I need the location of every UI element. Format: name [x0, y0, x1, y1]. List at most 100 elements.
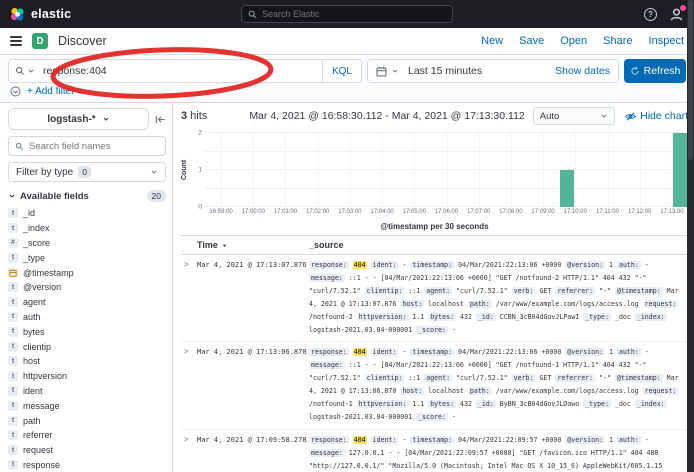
field-name: agent [23, 297, 46, 307]
save-button[interactable]: Save [519, 35, 544, 47]
sidebar-field-@timestamp[interactable]: @timestamp [8, 265, 166, 280]
refresh-button[interactable]: Refresh [624, 59, 686, 83]
global-search[interactable] [241, 5, 453, 23]
y-axis-ticks: 012 [191, 133, 205, 207]
sidebar-field-_type[interactable]: t _type [8, 250, 166, 265]
sidebar-field-_score[interactable]: #_score [8, 236, 166, 251]
sidebar-field-ident[interactable]: tident [8, 384, 166, 399]
histogram-bar[interactable] [560, 170, 574, 207]
highlighted-value: 404 [353, 436, 367, 444]
query-value[interactable]: response:404 [43, 65, 322, 77]
sidebar-field-agent[interactable]: tagent [8, 295, 166, 310]
field-chip: _score: [416, 326, 448, 334]
menu-icon[interactable] [10, 36, 22, 46]
string-field-icon: t [8, 297, 18, 307]
field-chip: httpversion: [357, 400, 409, 408]
v-gridline [447, 133, 448, 207]
field-chip: ident: [371, 261, 399, 269]
global-header: elastic ? [0, 0, 694, 28]
y-axis-label: Count [181, 133, 191, 207]
field-chip: _type: [583, 313, 611, 321]
string-field-icon: t [8, 253, 18, 263]
field-search[interactable] [8, 136, 166, 156]
string-field-icon: t [8, 312, 18, 322]
user-avatar[interactable] [669, 7, 684, 22]
hide-chart-button[interactable]: Hide chart [625, 110, 688, 122]
table-row: >Mar 4, 2021 @ 17:13:06.870response: 404… [181, 342, 688, 429]
sidebar-field-httpversion[interactable]: thttpversion [8, 369, 166, 384]
string-field-icon: t [8, 282, 18, 292]
field-chip: auth: [617, 261, 641, 269]
show-dates-button[interactable]: Show dates [555, 65, 610, 77]
inspect-button[interactable]: Inspect [649, 35, 684, 47]
field-chip: timestamp: [410, 348, 454, 356]
x-tick-label: 17:02:00 [306, 209, 329, 215]
filter-by-type[interactable]: Filter by type 0 [8, 162, 166, 182]
sidebar-field-@version[interactable]: t@version [8, 280, 166, 295]
sidebar-field-_id[interactable]: t_id [8, 206, 166, 221]
field-name: _id [23, 208, 35, 218]
page-body: logstash-* Filter by type 0 A [0, 103, 694, 472]
expand-row-icon[interactable]: > [181, 434, 197, 472]
page-title: Discover [58, 34, 107, 48]
time-column-header[interactable]: Time [197, 240, 309, 250]
field-chip: @version: [565, 348, 605, 356]
scrollbar[interactable] [687, 0, 694, 472]
expand-row-icon[interactable]: > [181, 346, 197, 423]
table-header: Time _source [181, 236, 688, 255]
help-icon[interactable]: ? [644, 8, 657, 21]
time-range-value[interactable]: Last 15 minutes [408, 65, 482, 77]
sidebar-field-path[interactable]: tpath [8, 413, 166, 428]
sidebar-field-clientip[interactable]: tclientip [8, 339, 166, 354]
field-name: httpversion [23, 371, 67, 381]
field-chip: _id: [476, 400, 496, 408]
available-fields-header[interactable]: Available fields 20 [8, 190, 166, 202]
query-language-button[interactable]: KQL [322, 60, 361, 82]
field-search-input[interactable] [29, 141, 159, 152]
x-tick-label: 17:00:00 [242, 209, 265, 215]
sidebar-field-message[interactable]: tmessage [8, 398, 166, 413]
string-field-icon: t [8, 445, 18, 455]
calendar-icon[interactable] [376, 66, 387, 77]
collapse-sidebar-icon[interactable] [155, 114, 166, 125]
field-chip: host: [400, 300, 424, 308]
field-chip: auth: [617, 348, 641, 356]
string-field-icon: t [8, 460, 18, 470]
field-chip: ident: [371, 436, 399, 444]
field-name: _type [23, 253, 45, 263]
sidebar-field-host[interactable]: thost [8, 354, 166, 369]
field-list: t_idt_index#_scoret_type@timestampt@vers… [8, 206, 166, 472]
new-button[interactable]: New [481, 35, 503, 47]
query-search-dropdown-icon[interactable] [15, 66, 35, 76]
sidebar-field-request[interactable]: trequest [8, 443, 166, 458]
share-button[interactable]: Share [603, 35, 632, 47]
field-chip: verb: [512, 287, 536, 295]
brand[interactable]: elastic [10, 7, 71, 22]
app-navbar: D Discover New Save Open Share Inspect [0, 28, 694, 55]
documents-table: Time _source >Mar 4, 2021 @ 17:13:07.876… [181, 235, 688, 472]
field-chip: referrer: [555, 374, 595, 382]
x-tick-label: 17:08:00 [499, 209, 522, 215]
sidebar-field-auth[interactable]: tauth [8, 310, 166, 325]
discover-app-badge[interactable]: D [32, 33, 48, 49]
v-gridline [285, 133, 286, 207]
open-button[interactable]: Open [560, 35, 587, 47]
add-filter-button[interactable]: + Add filter [27, 86, 75, 97]
string-field-icon: t [8, 342, 18, 352]
expand-row-icon[interactable]: > [181, 259, 197, 336]
sidebar-field-bytes[interactable]: tbytes [8, 324, 166, 339]
field-chip: timestamp: [410, 436, 454, 444]
global-search-input[interactable] [262, 9, 446, 19]
v-gridline [511, 133, 512, 207]
sidebar-field-referrer[interactable]: treferrer [8, 428, 166, 443]
date-picker[interactable]: Last 15 minutes Show dates [367, 59, 619, 83]
query-input[interactable]: response:404 KQL [8, 59, 362, 83]
hits-count: 3 hits [181, 110, 207, 122]
sidebar-field-_index[interactable]: t_index [8, 221, 166, 236]
sidebar-field-response[interactable]: tresponse [8, 458, 166, 472]
filter-options-icon[interactable] [10, 86, 21, 97]
interval-select[interactable]: Auto [533, 107, 615, 125]
index-pattern-selector[interactable]: logstash-* [8, 108, 149, 130]
string-field-icon: t [8, 327, 18, 337]
histogram-bar[interactable] [673, 133, 687, 207]
